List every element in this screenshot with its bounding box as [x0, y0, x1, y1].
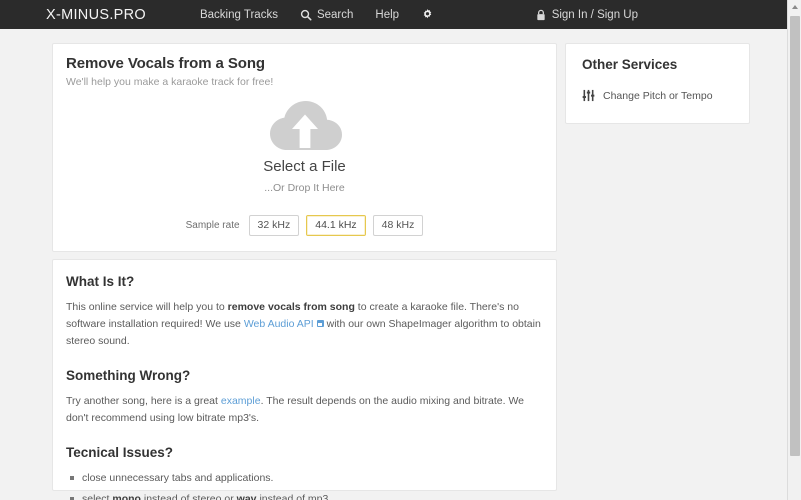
scrollbar-thumb[interactable]: [790, 16, 800, 456]
hamburger-icon: [183, 10, 195, 20]
nav-item-label: Backing Tracks: [199, 8, 278, 21]
page-subtitle: We'll help you make a karaoke track for …: [66, 76, 274, 88]
sample-rate-option-48[interactable]: 48 kHz: [372, 215, 424, 236]
nav-item-label: Help: [375, 8, 400, 21]
emphasis-text: wav: [236, 493, 257, 500]
other-services-card: Other Services Change Pitch or Tempo: [565, 43, 750, 124]
sample-rate-option-44-1[interactable]: 44.1 kHz: [306, 215, 366, 236]
lock-icon: [536, 9, 546, 21]
list-item: close unnecessary tabs and applications.: [66, 470, 543, 486]
remove-vocals-card: Remove Vocals from a Song We'll help you…: [52, 43, 557, 252]
search-icon: [300, 9, 312, 21]
sign-in-sign-up-button[interactable]: Sign In / Sign Up: [536, 0, 638, 29]
sample-rate-group: Sample rate 32 kHz 44.1 kHz 48 kHz: [53, 215, 556, 236]
scroll-up-arrow-icon: [792, 5, 798, 9]
section-heading-what-is-it: What Is It?: [66, 274, 135, 289]
inline-link[interactable]: Web Audio API: [244, 318, 324, 330]
dropzone-secondary-label: ...Or Drop It Here: [264, 182, 345, 194]
external-link-icon: [316, 320, 324, 327]
page-root: X-MINUS.PRO Backing Tracks Search Help S…: [0, 0, 801, 500]
nav-item-label: Search: [316, 8, 354, 21]
page-scrollbar[interactable]: [787, 0, 801, 500]
nav-item-backing-tracks[interactable]: Backing Tracks: [172, 0, 289, 29]
nav-item-settings[interactable]: [410, 0, 445, 29]
section-heading-tecnical-issues: Tecnical Issues?: [66, 445, 174, 460]
emphasis-text: remove vocals from song: [227, 301, 355, 313]
scroll-up-button[interactable]: [788, 0, 801, 14]
nav-item-help[interactable]: Help: [364, 0, 410, 29]
file-dropzone[interactable]: Select a File ...Or Drop It Here: [53, 96, 556, 194]
top-navbar: X-MINUS.PRO Backing Tracks Search Help S…: [0, 0, 787, 29]
service-item-label: Change Pitch or Tempo: [603, 89, 713, 102]
emphasis-text: mono: [112, 493, 141, 500]
page-title: Remove Vocals from a Song: [66, 55, 265, 72]
other-services-title: Other Services: [582, 57, 678, 72]
section-paragraph-what-is-it: This online service will help you to rem…: [66, 301, 541, 347]
info-card: What Is It? This online service will hel…: [52, 259, 557, 500]
list-item: select mono instead of stereo or wav ins…: [66, 491, 543, 500]
section-heading-something-wrong: Something Wrong?: [66, 368, 191, 383]
card-header: Remove Vocals from a Song We'll help you…: [53, 44, 556, 88]
sample-rate-option-32[interactable]: 32 kHz: [248, 215, 300, 236]
cloud-upload-icon: [263, 96, 347, 152]
nav-links: Backing Tracks Search Help: [172, 0, 445, 29]
site-logo[interactable]: X-MINUS.PRO: [46, 7, 146, 23]
inline-link[interactable]: example: [221, 395, 261, 407]
section-paragraph-something-wrong: Try another song, here is a great exampl…: [66, 395, 525, 424]
dropzone-primary-label: Select a File: [263, 158, 346, 175]
gear-icon: [421, 8, 434, 21]
service-item-change-pitch-or-tempo[interactable]: Change Pitch or Tempo: [582, 89, 733, 102]
sign-in-label: Sign In / Sign Up: [551, 8, 638, 21]
nav-item-search[interactable]: Search: [289, 0, 364, 29]
technical-issues-list: close unnecessary tabs and applications.…: [66, 470, 543, 500]
sliders-icon: [582, 89, 595, 102]
sample-rate-label: Sample rate: [185, 219, 240, 231]
